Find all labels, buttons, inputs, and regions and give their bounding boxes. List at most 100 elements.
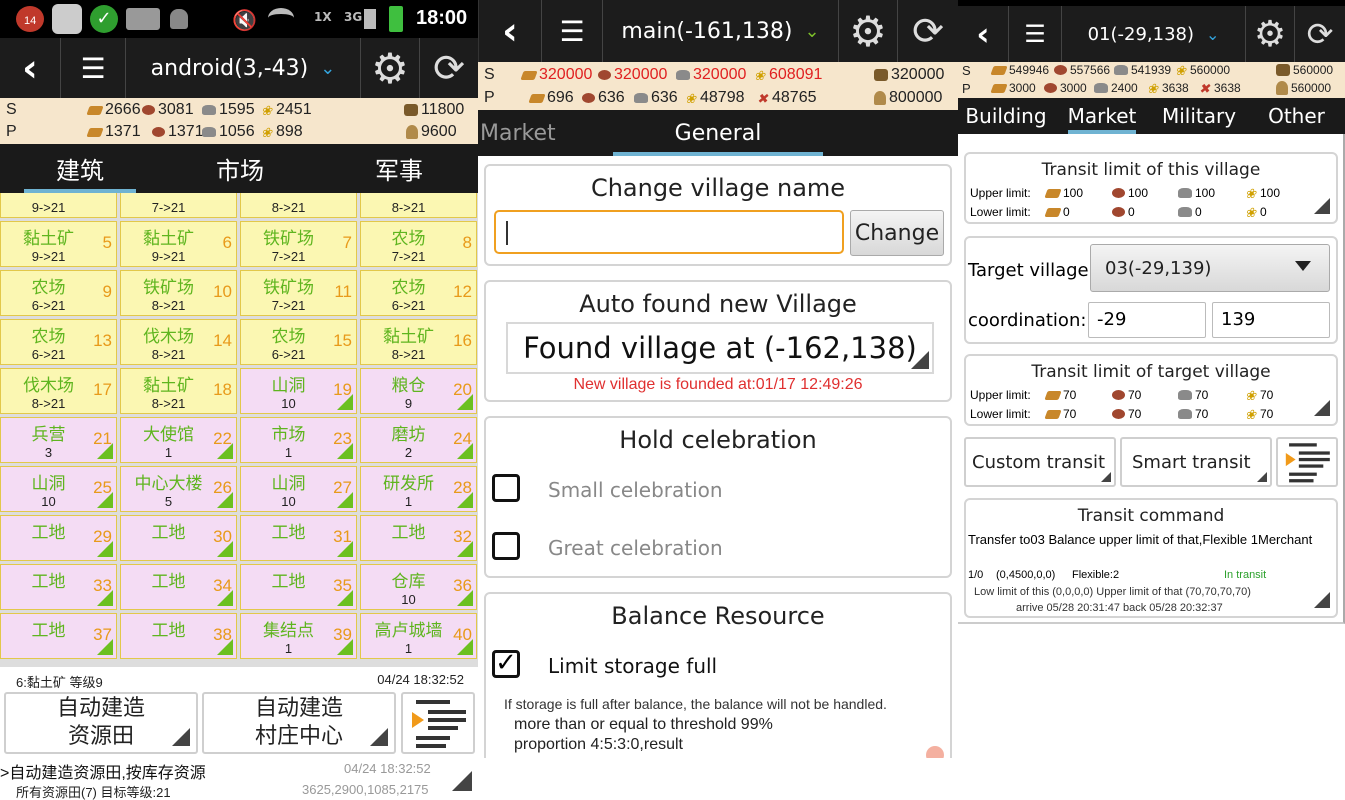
building-slot[interactable]: 工地 37 — [0, 613, 117, 659]
tab-market[interactable]: Market — [1054, 98, 1150, 134]
upper-iron: 100 — [1178, 186, 1215, 200]
building-slot[interactable]: 9->21 — [0, 193, 117, 218]
found-village-select[interactable]: Found village at (-162,138) — [506, 322, 934, 374]
limit-storage-checkbox[interactable]: ✓ — [492, 650, 520, 678]
granary-icon — [1276, 81, 1288, 95]
building-slot[interactable]: 铁矿场 7 7->21 — [240, 221, 357, 267]
building-slot[interactable]: 市场 23 1 — [240, 417, 357, 463]
p-consumption: ✖ 3638 — [1199, 80, 1241, 96]
back-button[interactable]: ‹ — [958, 6, 1008, 62]
tab-general[interactable]: General — [568, 110, 868, 156]
building-slot[interactable]: 黏土矿 16 8->21 — [360, 319, 477, 365]
building-slot[interactable]: 山洞 25 10 — [0, 466, 117, 512]
building-slot[interactable]: 农场 8 7->21 — [360, 221, 477, 267]
building-slot[interactable]: 山洞 19 10 — [240, 368, 357, 414]
tab-building[interactable]: 建筑 — [0, 144, 160, 193]
building-slot[interactable]: 工地 34 — [120, 564, 237, 610]
tab-market[interactable]: Market — [478, 110, 568, 156]
small-celebration-checkbox[interactable] — [492, 474, 520, 502]
building-slot[interactable]: 黏土矿 6 9->21 — [120, 221, 237, 267]
building-slot[interactable]: 工地 33 — [0, 564, 117, 610]
building-slot[interactable]: 农场 13 6->21 — [0, 319, 117, 365]
building-slot[interactable]: 工地 30 — [120, 515, 237, 561]
building-slot[interactable]: 中心大楼 26 5 — [120, 466, 237, 512]
building-slot[interactable]: 工地 31 — [240, 515, 357, 561]
village-selector[interactable]: main(-161,138) ⌄ — [603, 19, 838, 44]
village-selector[interactable]: 01(-29,138) ⌄ — [1062, 24, 1245, 45]
list-button[interactable]: ☰ — [61, 38, 125, 98]
refresh-button[interactable]: ⟳ — [898, 0, 958, 62]
s-warehouse: 560000 — [1276, 63, 1333, 77]
tab-market[interactable]: 市场 — [160, 144, 320, 193]
building-slot[interactable]: 研发所 28 1 — [360, 466, 477, 512]
list-button[interactable]: ☰ — [542, 0, 602, 62]
building-slot[interactable]: 黏土矿 18 8->21 — [120, 368, 237, 414]
panel-android-village: 14 ✓ 🔇 1X 3G 18:00 ‹ ☰ android(3,-43) ⌄ … — [0, 0, 478, 800]
limit-storage-label[interactable]: Limit storage full — [548, 654, 717, 678]
building-slot[interactable]: 工地 38 — [120, 613, 237, 659]
building-slot[interactable]: 7->21 — [120, 193, 237, 218]
list-button[interactable]: ☰ — [1009, 6, 1061, 62]
tab-building[interactable]: Building — [958, 98, 1054, 134]
clay-icon — [1112, 188, 1125, 198]
slot-name: 黏土矿 — [383, 327, 434, 346]
building-slot[interactable]: 伐木场 17 8->21 — [0, 368, 117, 414]
corner-triangle-icon — [370, 728, 388, 746]
building-slot[interactable]: 农场 12 6->21 — [360, 270, 477, 316]
slot-level: 7->21 — [271, 249, 306, 264]
coord-y-input[interactable]: 139 — [1212, 302, 1330, 338]
slot-name: 伐木场 — [23, 376, 74, 395]
transit-menu-button[interactable] — [1276, 437, 1338, 487]
building-slot[interactable]: 仓库 36 10 — [360, 564, 477, 610]
s-crop: ❀ 608091 — [754, 66, 823, 83]
building-slot[interactable]: 集结点 39 1 — [240, 613, 357, 659]
village-selector[interactable]: android(3,-43) ⌄ — [126, 56, 360, 81]
building-slot[interactable]: 工地 29 — [0, 515, 117, 561]
refresh-button[interactable]: ⟳ — [420, 38, 478, 98]
building-slot[interactable]: 兵营 21 3 — [0, 417, 117, 463]
crop-icon: ❀ — [1175, 62, 1186, 78]
target-village-select[interactable]: 03(-29,139) — [1090, 244, 1330, 292]
queue-menu-button[interactable] — [401, 692, 475, 754]
tab-military[interactable]: 军事 — [320, 144, 478, 193]
building-slot[interactable]: 8->21 — [360, 193, 477, 218]
building-slot[interactable]: 高卢城墙 40 1 — [360, 613, 477, 659]
building-slot[interactable]: 铁矿场 10 8->21 — [120, 270, 237, 316]
command-count: 1/0 — [968, 569, 984, 581]
slot-name: 铁矿场 — [263, 229, 314, 248]
refresh-button[interactable]: ⟳ — [1295, 6, 1345, 62]
building-slot[interactable]: 8->21 — [240, 193, 357, 218]
tab-other[interactable]: Other — [1248, 98, 1345, 134]
back-button[interactable]: ‹ — [479, 0, 541, 62]
building-slot[interactable]: 农场 9 6->21 — [0, 270, 117, 316]
back-button[interactable]: ‹ — [0, 38, 60, 98]
building-slot[interactable]: 铁矿场 11 7->21 — [240, 270, 357, 316]
settings-button[interactable]: ⚙ — [1246, 6, 1294, 62]
great-celebration-label[interactable]: Great celebration — [548, 536, 723, 560]
coord-x-value: -29 — [1097, 309, 1127, 330]
building-slot[interactable]: 大使馆 22 1 — [120, 417, 237, 463]
coord-x-input[interactable]: -29 — [1088, 302, 1206, 338]
slot-name: 铁矿场 — [263, 278, 314, 297]
small-celebration-label[interactable]: Small celebration — [548, 478, 723, 502]
change-name-title: Change village name — [590, 174, 846, 202]
smart-transit-button[interactable]: Smart transit — [1120, 437, 1272, 487]
settings-button[interactable]: ⚙ — [839, 0, 897, 62]
command-limits: Low limit of this (0,0,0,0) Upper limit … — [974, 586, 1251, 598]
auto-build-resource-button[interactable]: 自动建造 资源田 — [4, 692, 198, 754]
building-slot[interactable]: 工地 35 — [240, 564, 357, 610]
building-slot[interactable]: 工地 32 — [360, 515, 477, 561]
building-slot[interactable]: 黏土矿 5 9->21 — [0, 221, 117, 267]
building-slot[interactable]: 山洞 27 10 — [240, 466, 357, 512]
building-slot[interactable]: 磨坊 24 2 — [360, 417, 477, 463]
settings-button[interactable]: ⚙ — [361, 38, 419, 98]
building-slot[interactable]: 粮仓 20 9 — [360, 368, 477, 414]
great-celebration-checkbox[interactable] — [492, 532, 520, 560]
building-slot[interactable]: 农场 15 6->21 — [240, 319, 357, 365]
building-slot[interactable]: 伐木场 14 8->21 — [120, 319, 237, 365]
change-button[interactable]: Change — [850, 210, 944, 256]
village-name-input[interactable] — [494, 210, 844, 254]
auto-build-center-button[interactable]: 自动建造 村庄中心 — [202, 692, 396, 754]
tab-military[interactable]: Military — [1150, 98, 1248, 134]
custom-transit-button[interactable]: Custom transit — [964, 437, 1116, 487]
